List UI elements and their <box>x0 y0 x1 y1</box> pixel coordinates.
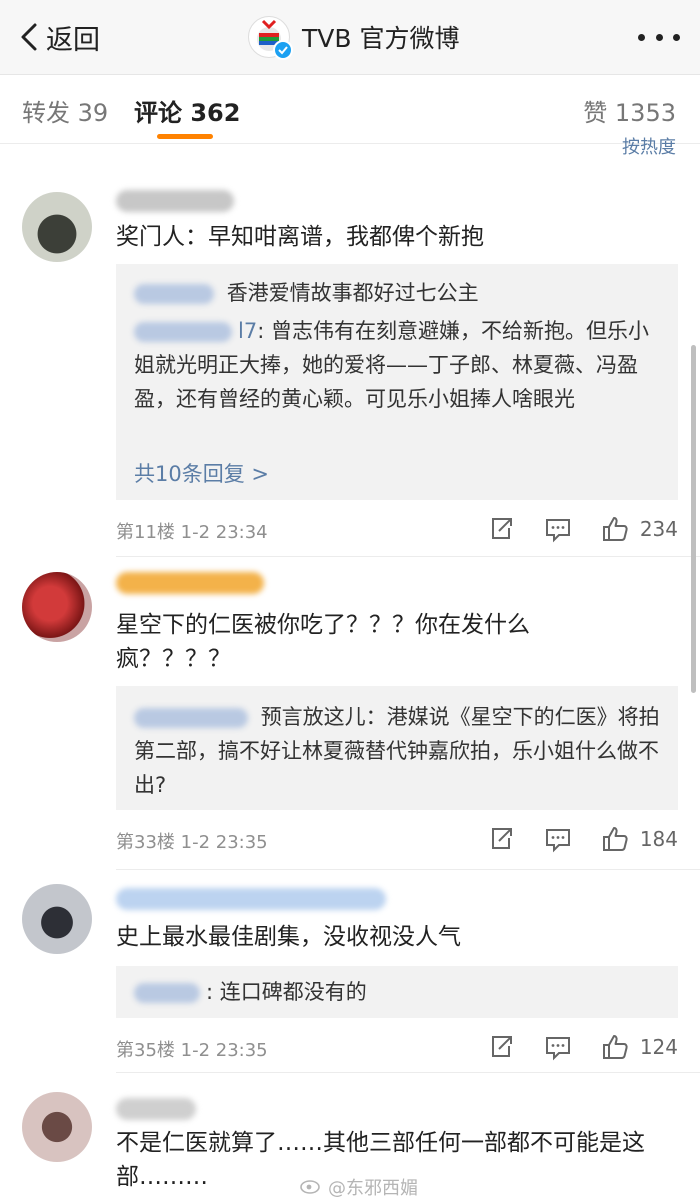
reply-item: 预言放这儿：港媒说《星空下的仁医》将拍第二部，搞不好让林夏薇替代钟嘉欣拍，乐小姐… <box>134 700 664 802</box>
avatar[interactable] <box>22 192 92 262</box>
avatar[interactable] <box>22 1092 92 1162</box>
username[interactable] <box>116 572 264 594</box>
share-icon[interactable] <box>486 824 516 854</box>
share-icon[interactable] <box>486 1032 516 1062</box>
back-button[interactable]: 返回 <box>18 18 100 56</box>
divider <box>116 869 700 870</box>
tab-comments[interactable]: 评论 362 <box>134 93 240 128</box>
comment-text: 史上最水最佳剧集，没收视没人气 <box>116 924 461 950</box>
reply-box[interactable]: 香港爱情故事都好过七公主 l7: 曾志伟有在刻意避嫌，不给新抱。但乐小姐就光明正… <box>116 264 678 500</box>
page-title: TVB 官方微博 <box>302 24 460 53</box>
tvb-logo-icon <box>248 16 293 60</box>
comment-icon[interactable] <box>543 1032 573 1062</box>
divider <box>116 556 700 557</box>
chevron-left-icon <box>21 23 37 51</box>
like-icon[interactable] <box>600 514 630 544</box>
account-title: TVB 官方微博 <box>248 14 459 60</box>
comment-meta: 第33楼 1-2 23:35 <box>116 832 268 853</box>
tab-repost[interactable]: 转发 39 <box>22 93 108 128</box>
tab-bar: 转发 39 评论 362 赞 1353 <box>0 75 700 144</box>
reply-text: : 连口碑都没有的 <box>206 980 367 1004</box>
reply-username-tail[interactable]: l7 <box>238 319 257 343</box>
comment-actions: 234 <box>459 514 678 544</box>
comment-item: 史上最水最佳剧集，没收视没人气 : 连口碑都没有的 第35楼 1-2 23:35… <box>0 874 700 1076</box>
comment-meta: 第35楼 1-2 23:35 <box>116 1040 268 1061</box>
watermark: @东邪西媚 <box>300 1174 418 1200</box>
reply-username[interactable] <box>134 983 200 1003</box>
like-count: 184 <box>639 827 678 851</box>
username[interactable] <box>116 1098 196 1120</box>
like-count: 124 <box>639 1035 678 1059</box>
comment-icon[interactable] <box>543 824 573 854</box>
watermark-text: @东邪西媚 <box>328 1178 418 1199</box>
reply-username[interactable] <box>134 284 214 304</box>
comment-actions: 124 <box>459 1032 678 1062</box>
weibo-logo-icon <box>300 1176 322 1199</box>
comment-text: 星空下的仁医被你吃了？？？你在发什么疯？？？？ <box>116 612 530 672</box>
like-icon[interactable] <box>600 1032 630 1062</box>
tab-likes[interactable]: 赞 1353 <box>583 93 676 128</box>
avatar[interactable] <box>22 884 92 954</box>
verified-badge-icon <box>273 40 293 60</box>
reply-item: l7: 曾志伟有在刻意避嫌，不给新抱。但乐小姐就光明正大捧，她的爱将——丁子郎、… <box>134 314 664 416</box>
comment-item: 星空下的仁医被你吃了？？？你在发什么疯？？？？ 预言放这儿：港媒说《星空下的仁医… <box>0 566 700 872</box>
reply-text: 香港爱情故事都好过七公主 <box>226 281 479 305</box>
reply-username[interactable] <box>134 708 248 728</box>
username[interactable] <box>116 888 386 910</box>
reply-username[interactable] <box>134 322 232 342</box>
username[interactable] <box>116 190 234 212</box>
comment-item: 奖门人：早知咁离谱，我都俾个新抱 香港爱情故事都好过七公主 l7: 曾志伟有在刻… <box>0 180 700 560</box>
comment-text: 奖门人：早知咁离谱，我都俾个新抱 <box>116 224 484 250</box>
comment-meta: 第11楼 1-2 23:34 <box>116 522 268 543</box>
share-icon[interactable] <box>486 514 516 544</box>
like-icon[interactable] <box>600 824 630 854</box>
back-label: 返回 <box>46 24 100 56</box>
reply-item: 香港爱情故事都好过七公主 <box>134 276 664 310</box>
comment-actions: 184 <box>459 824 678 854</box>
reply-box[interactable]: : 连口碑都没有的 <box>116 966 678 1018</box>
sort-toggle[interactable]: 按热度 <box>622 133 676 159</box>
more-replies-link[interactable]: 共10条回复 > <box>134 458 269 488</box>
avatar[interactable] <box>22 572 92 642</box>
reply-box[interactable]: 预言放这儿：港媒说《星空下的仁医》将拍第二部，搞不好让林夏薇替代钟嘉欣拍，乐小姐… <box>116 686 678 810</box>
reply-item: : 连口碑都没有的 <box>134 975 664 1009</box>
comment-icon[interactable] <box>543 514 573 544</box>
top-nav-bar: 返回 TVB 官方微博 <box>0 0 700 75</box>
like-count: 234 <box>639 517 678 541</box>
divider <box>116 1072 700 1073</box>
scrollbar[interactable] <box>691 345 696 693</box>
more-options-icon[interactable] <box>638 24 680 50</box>
active-tab-indicator <box>157 134 213 139</box>
